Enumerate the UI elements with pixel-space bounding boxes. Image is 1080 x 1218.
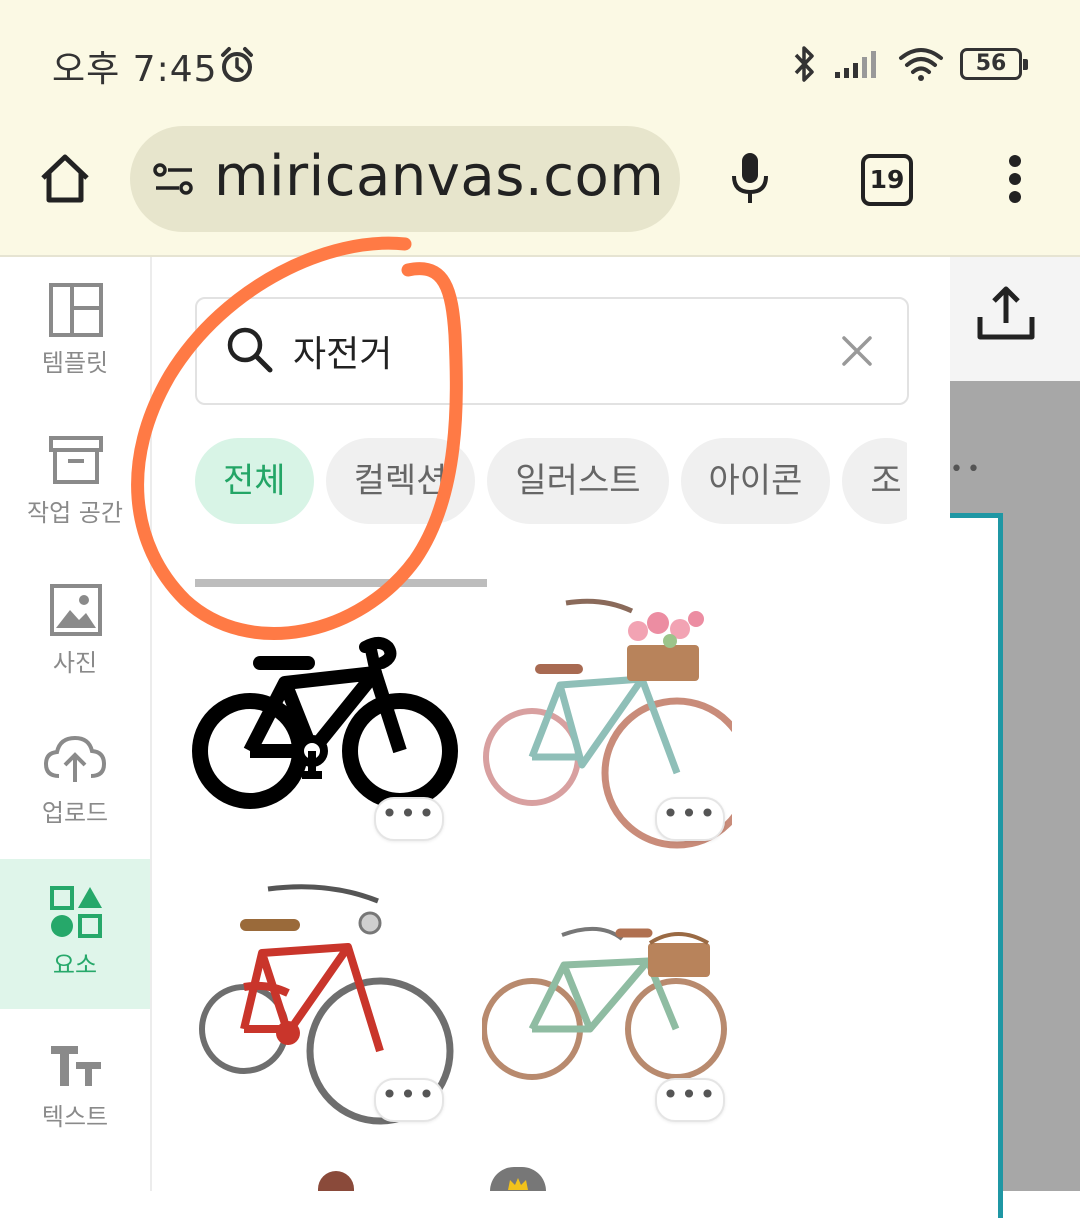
status-time: 오후 7:45: [52, 49, 218, 90]
elements-icon: [50, 886, 102, 938]
editor-canvas: ••: [950, 257, 1080, 1218]
wifi-icon: [899, 48, 943, 81]
premium-badge: [490, 1167, 546, 1191]
chip-collection[interactable]: 컬렉션: [325, 438, 476, 524]
browser-chrome: 오후 7:45 56 miricanvas.com 19: [0, 0, 1080, 257]
bicycle-silhouette-icon[interactable]: [190, 633, 464, 813]
home-icon[interactable]: [38, 152, 92, 204]
partial-result-thumb[interactable]: [318, 1171, 354, 1191]
more-menu-icon[interactable]: [1006, 154, 1024, 204]
nav-item-label: 사진: [52, 649, 98, 677]
nav-item-text[interactable]: 텍스트: [0, 1011, 150, 1161]
left-navigation: 템플릿 작업 공간 사진 업로드 요소 텍스트: [0, 257, 152, 1191]
nav-item-workspace[interactable]: 작업 공간: [0, 407, 150, 557]
site-settings-icon[interactable]: [152, 162, 196, 196]
more-options-button[interactable]: •••: [655, 797, 725, 841]
search-input[interactable]: 자전거: [293, 325, 392, 377]
nav-item-label: 업로드: [41, 799, 109, 827]
design-page[interactable]: [950, 513, 1003, 1218]
url-text[interactable]: miricanvas.com: [214, 144, 664, 209]
close-icon[interactable]: [841, 335, 873, 367]
green-bicycle-with-basket[interactable]: [482, 913, 732, 1083]
search-box[interactable]: 자전거: [195, 297, 909, 405]
elements-panel: 자전거 전체 컬렉션 일러스트 아이콘 조 ••• ••• ••• •••: [152, 257, 950, 1191]
chip-illustration[interactable]: 일러스트: [487, 438, 669, 524]
tab-switcher-button[interactable]: 19: [861, 154, 913, 206]
signal-icon: [835, 51, 876, 78]
more-options-button[interactable]: •••: [374, 797, 444, 841]
text-icon: [51, 1046, 101, 1086]
nav-item-label: 템플릿: [41, 349, 109, 377]
nav-item-template[interactable]: 템플릿: [0, 257, 150, 407]
microphone-icon[interactable]: [728, 150, 772, 206]
battery-indicator: 56: [960, 48, 1028, 80]
bluetooth-icon: [794, 46, 814, 82]
alarm-icon: [221, 47, 253, 82]
chips-scroll-indicator: [195, 579, 487, 587]
nav-item-photo[interactable]: 사진: [0, 557, 150, 707]
chip-more[interactable]: 조: [842, 438, 907, 524]
more-options-button[interactable]: •••: [655, 1078, 725, 1122]
photo-icon: [50, 584, 102, 636]
chip-icon[interactable]: 아이콘: [680, 438, 831, 524]
chip-all[interactable]: 전체: [195, 438, 314, 524]
share-upload-icon[interactable]: [976, 283, 1036, 343]
nav-item-upload[interactable]: 업로드: [0, 707, 150, 857]
archive-icon: [49, 436, 103, 484]
nav-item-elements[interactable]: 요소: [0, 859, 150, 1009]
address-bar[interactable]: miricanvas.com: [130, 126, 680, 232]
canvas-toolbar: [950, 257, 1080, 381]
nav-item-label: 텍스트: [41, 1103, 109, 1131]
upload-cloud-icon: [43, 735, 107, 782]
search-icon: [227, 327, 273, 373]
filter-chips: 전체 컬렉션 일러스트 아이콘 조: [195, 438, 907, 524]
template-icon: [49, 283, 103, 337]
nav-item-label: 요소: [52, 951, 98, 979]
more-options-button[interactable]: •••: [374, 1078, 444, 1122]
nav-item-label: 작업 공간: [27, 499, 123, 527]
crown-icon: [508, 1178, 528, 1190]
page-options-icon[interactable]: ••: [950, 457, 984, 482]
status-icons: 56: [792, 44, 1028, 84]
